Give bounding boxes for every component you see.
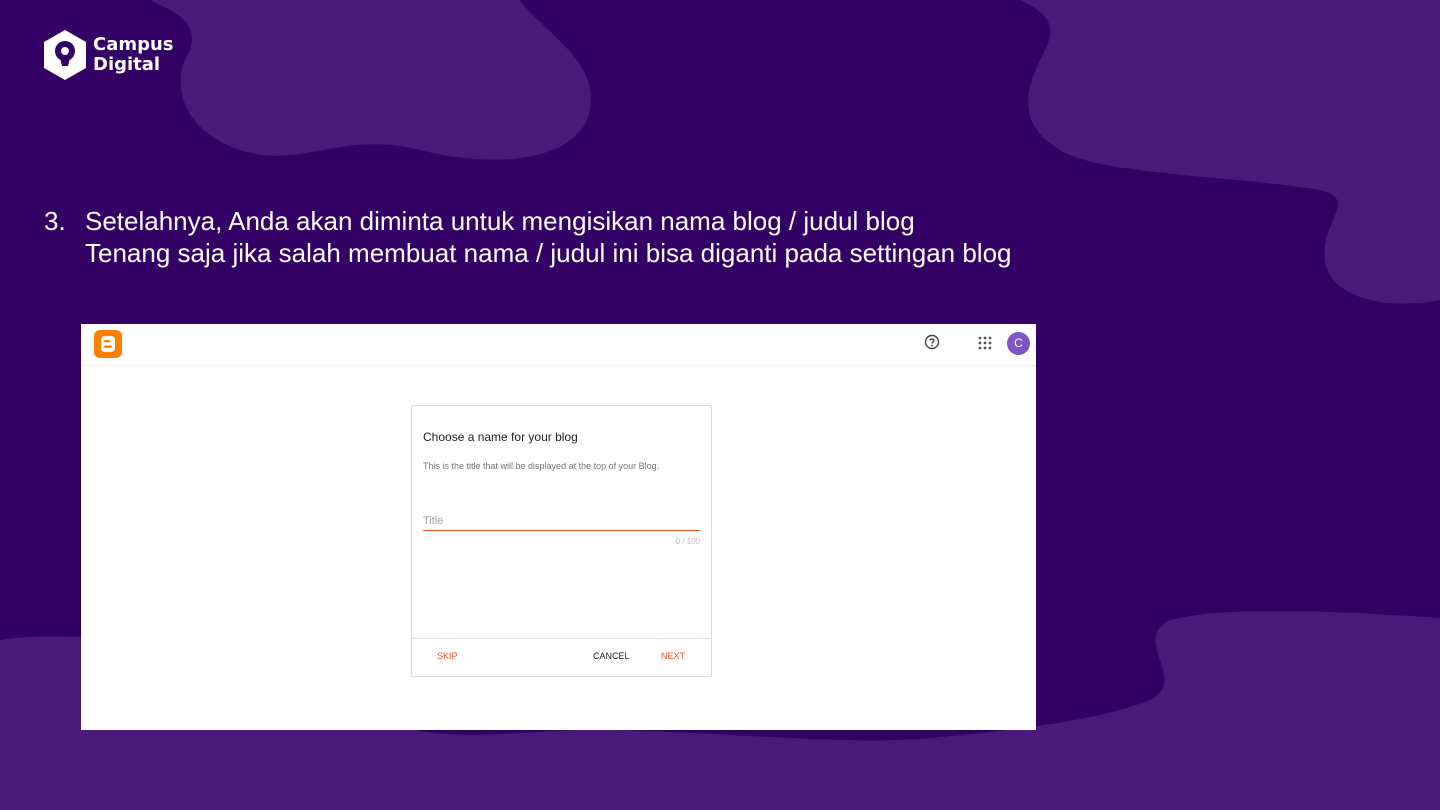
cancel-button[interactable]: CANCEL (593, 651, 630, 661)
dialog-footer: SKIP CANCEL NEXT (412, 638, 711, 677)
choose-blog-name-dialog: Choose a name for your blog This is the … (411, 405, 712, 677)
campus-digital-logo-icon (44, 30, 86, 80)
brand-name-line1: Campus (93, 34, 174, 55)
blogger-screenshot: C Choose a name for your blog This is th… (81, 324, 1036, 730)
brand-logo: Campus Digital (40, 28, 174, 82)
next-button[interactable]: NEXT (661, 651, 685, 661)
dialog-description: This is the title that will be displayed… (423, 461, 660, 471)
skip-button[interactable]: SKIP (437, 651, 458, 661)
blogger-top-bar: C (81, 324, 1036, 366)
blog-title-input[interactable] (423, 512, 700, 531)
blogger-icon[interactable] (94, 330, 122, 358)
help-circle-icon[interactable] (924, 334, 940, 350)
apps-grid-icon[interactable] (978, 336, 992, 350)
character-counter: 0 / 100 (675, 537, 700, 546)
instruction-line-1: Setelahnya, Anda akan diminta untuk meng… (85, 206, 915, 236)
instruction-text: 3. Setelahnya, Anda akan diminta untuk m… (44, 205, 1012, 269)
dialog-title: Choose a name for your blog (423, 430, 578, 444)
brand-name-line2: Digital (93, 54, 161, 75)
instruction-line-2: Tenang saja jika salah membuat nama / ju… (85, 238, 1012, 268)
avatar[interactable]: C (1007, 332, 1030, 355)
step-number: 3. (44, 206, 66, 236)
